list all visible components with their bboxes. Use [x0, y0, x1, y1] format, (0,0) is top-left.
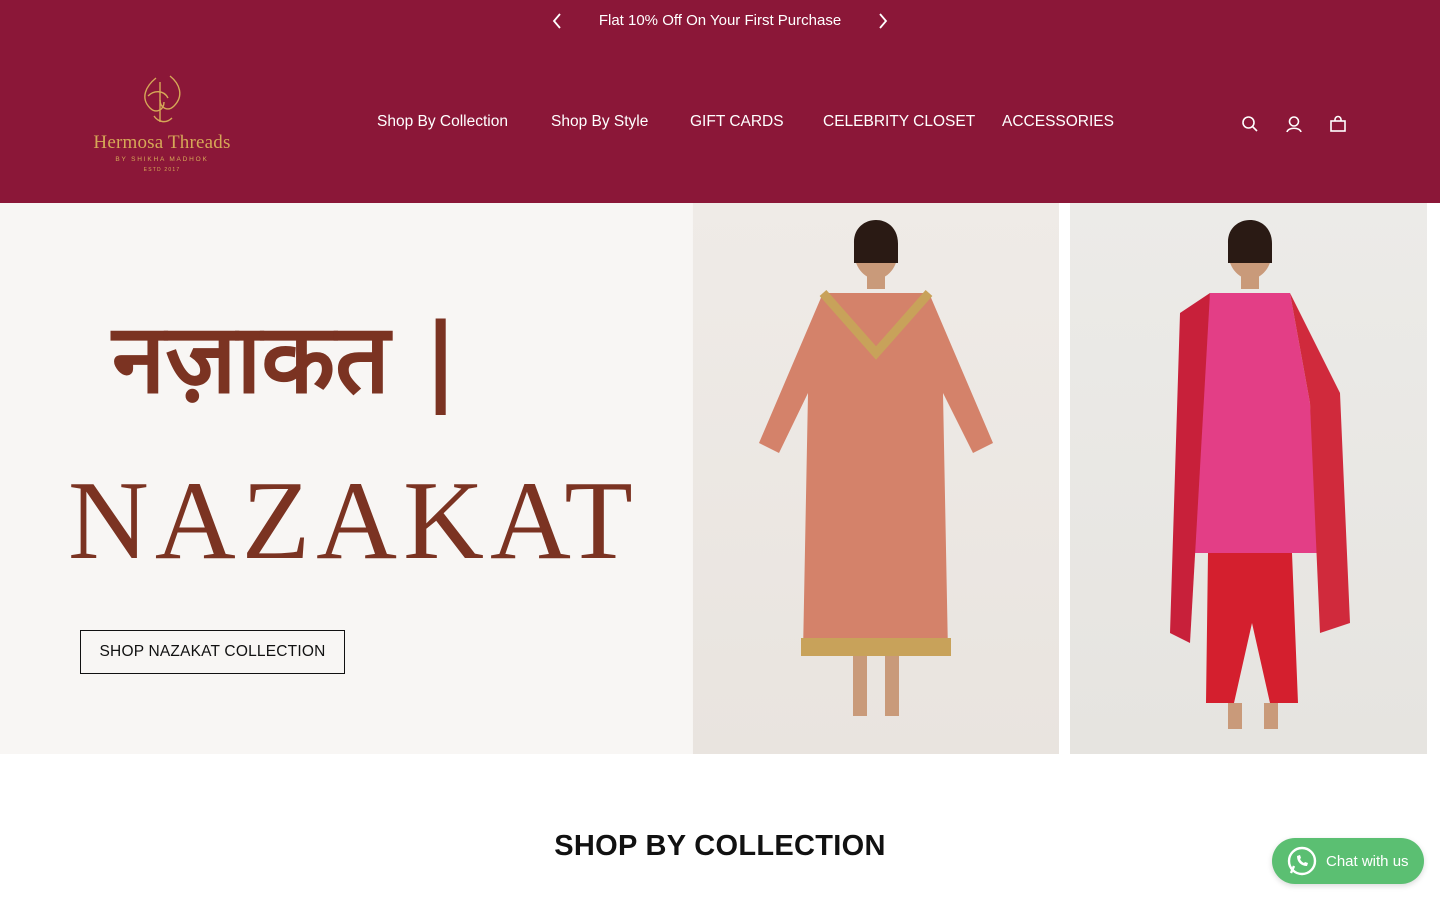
user-icon	[1286, 116, 1302, 133]
photo-divider	[1059, 203, 1070, 754]
hero-text-panel: नज़ाकत | NAZAKAT SHOP NAZAKAT COLLECTION	[0, 203, 692, 754]
hero-photo-dhoti-set[interactable]	[1070, 203, 1427, 754]
chat-button[interactable]: Chat with us	[1272, 838, 1424, 884]
announcement-bar: Flat 10% Off On Your First Purchase	[0, 0, 1440, 42]
logo-wordmark: Hermosa Threads	[93, 132, 231, 153]
nav-item-gift-cards[interactable]: GIFT CARDS	[690, 113, 784, 131]
hero-edge	[1427, 203, 1440, 754]
whatsapp-icon	[1287, 846, 1317, 876]
chat-label: Chat with us	[1326, 852, 1409, 870]
model-illustration-kaftan	[759, 220, 993, 716]
nav-item-shop-by-collection[interactable]: Shop By Collection	[377, 113, 508, 131]
chevron-right-icon	[879, 13, 888, 29]
nav-item-shop-by-style[interactable]: Shop By Style	[551, 113, 648, 131]
search-icon	[1242, 116, 1258, 132]
shop-nazakat-button[interactable]: SHOP NAZAKAT COLLECTION	[80, 630, 345, 674]
logo-estd: ESTD 2017	[143, 167, 181, 173]
site-header: Flat 10% Off On Your First Purchase Herm…	[0, 0, 1440, 203]
nav-item-accessories[interactable]: ACCESSORIES	[1002, 113, 1114, 131]
announcement-text: Flat 10% Off On Your First Purchase	[598, 12, 842, 29]
main-nav: Shop By Collection Shop By Style GIFT CA…	[0, 113, 1440, 133]
model-illustration-dhoti	[1170, 220, 1350, 729]
hero-english-title: NAZAKAT	[68, 459, 639, 583]
search-button[interactable]	[1239, 113, 1261, 135]
cart-button[interactable]	[1327, 113, 1349, 135]
logo-tagline: BY SHIKHA MADHOK	[115, 156, 209, 163]
hero-banner: नज़ाकत | NAZAKAT SHOP NAZAKAT COLLECTION	[0, 203, 1440, 754]
section-title: SHOP BY COLLECTION	[554, 830, 886, 862]
announcement-next-button[interactable]	[873, 11, 893, 31]
nav-item-celebrity-closet[interactable]: CELEBRITY CLOSET	[823, 113, 975, 131]
hero-hindi-title: नज़ाकत |	[112, 302, 459, 415]
account-button[interactable]	[1283, 113, 1305, 135]
hero-photo-kaftan[interactable]	[693, 203, 1059, 754]
bag-icon	[1330, 115, 1346, 132]
